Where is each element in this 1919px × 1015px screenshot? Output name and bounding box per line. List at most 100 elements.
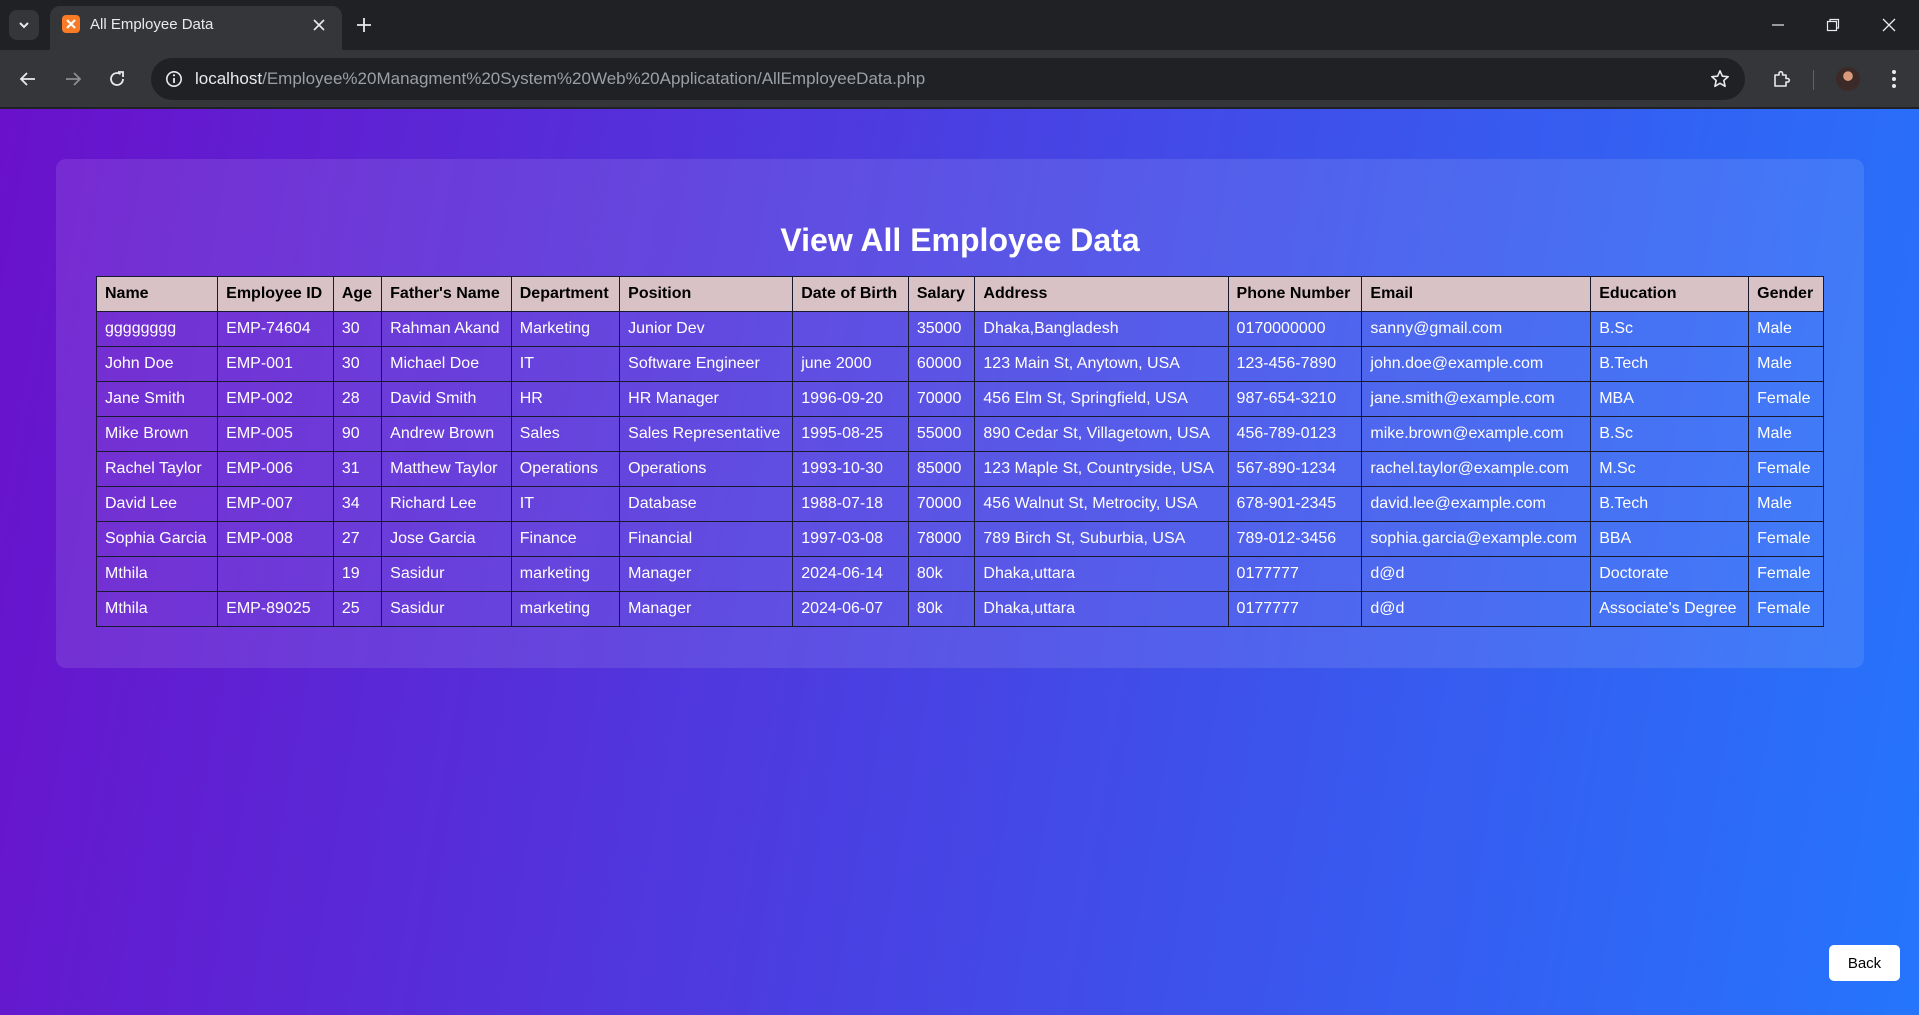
table-cell: Sophia Garcia <box>95 521 219 557</box>
table-cell: Male <box>1748 486 1824 522</box>
table-cell: B.Sc <box>1590 311 1750 347</box>
table-cell: Sales <box>510 416 621 452</box>
table-cell: 27 <box>332 521 383 557</box>
table-cell: EMP-007 <box>217 486 334 522</box>
table-row: Mthila EMP-89025 25 Sasidur marketing Manager… <box>95 591 1824 627</box>
table-row: Mike Brown EMP-005 90 Andrew Brown Sales Sale… <box>95 416 1824 452</box>
address-bar[interactable]: localhost/Employee%20Managment%20System%… <box>151 58 1745 100</box>
table-cell: Michael Doe <box>381 346 512 382</box>
table-cell: Associate's Degree <box>1590 591 1750 627</box>
close-window-icon[interactable] <box>1875 12 1903 38</box>
url-text[interactable]: localhost/Employee%20Managment%20System%… <box>195 69 925 89</box>
table-cell: Sasidur <box>381 591 512 627</box>
table-cell: marketing <box>510 556 621 592</box>
table-cell: Female <box>1748 451 1824 487</box>
table-cell: Rahman Akand <box>381 311 512 347</box>
table-cell: David Lee <box>95 486 219 522</box>
table-cell: 789-012-3456 <box>1227 521 1363 557</box>
minimize-icon[interactable] <box>1764 12 1792 38</box>
table-cell: rachel.taylor@example.com <box>1361 451 1592 487</box>
table-cell: 25 <box>332 591 383 627</box>
table-cell: 78000 <box>907 521 976 557</box>
table-cell: marketing <box>510 591 621 627</box>
table-cell: 456 Elm St, Springfield, USA <box>974 381 1229 417</box>
column-header: Employee ID <box>217 276 334 312</box>
table-cell: Finance <box>510 521 621 557</box>
table-cell: 90 <box>332 416 383 452</box>
close-icon[interactable] <box>310 16 328 34</box>
table-cell: d@d <box>1361 591 1592 627</box>
table-cell: Jane Smith <box>95 381 219 417</box>
table-cell: David Smith <box>381 381 512 417</box>
table-cell: EMP-002 <box>217 381 334 417</box>
restore-icon[interactable] <box>1819 12 1847 38</box>
table-cell: BBA <box>1590 521 1750 557</box>
table-cell <box>792 311 909 347</box>
column-header: Email <box>1361 276 1592 312</box>
table-cell: Jose Garcia <box>381 521 512 557</box>
tab-search-icon[interactable] <box>9 10 39 40</box>
star-icon[interactable] <box>1707 66 1733 92</box>
table-cell: Operations <box>510 451 621 487</box>
table-cell: 35000 <box>907 311 976 347</box>
table-row: David Lee EMP-007 34 Richard Lee IT Database 1… <box>95 486 1824 522</box>
reload-icon[interactable] <box>103 65 131 93</box>
table-cell: 987-654-3210 <box>1227 381 1363 417</box>
table-cell: IT <box>510 346 621 382</box>
table-cell: 0177777 <box>1227 591 1363 627</box>
page-body: View All Employee Data Name Employee ID Ag… <box>0 109 1919 1015</box>
table-cell: Female <box>1748 556 1824 592</box>
table-row: John Doe EMP-001 30 Michael Doe IT Software E… <box>95 346 1824 382</box>
back-button[interactable]: Back <box>1829 945 1900 981</box>
table-cell: Mthila <box>95 591 219 627</box>
table-cell: Marketing <box>510 311 621 347</box>
plus-icon[interactable] <box>352 13 376 37</box>
table-cell: M.Sc <box>1590 451 1750 487</box>
table-header-row: Name Employee ID Age Father's Name Departmen… <box>95 276 1824 312</box>
table-cell: Financial <box>619 521 794 557</box>
browser-tab[interactable]: All Employee Data <box>50 6 342 50</box>
table-cell: Female <box>1748 591 1824 627</box>
table-cell: john.doe@example.com <box>1361 346 1592 382</box>
table-cell: B.Tech <box>1590 346 1750 382</box>
table-cell: Software Engineer <box>619 346 794 382</box>
table-cell: gggggggg <box>95 311 219 347</box>
table-cell: 30 <box>332 346 383 382</box>
forward-arrow-icon[interactable] <box>59 65 87 93</box>
table-cell: 2024-06-07 <box>792 591 909 627</box>
more-vert-icon[interactable] <box>1880 65 1908 93</box>
table-cell: 85000 <box>907 451 976 487</box>
table-cell: 0170000000 <box>1227 311 1363 347</box>
table-cell: mike.brown@example.com <box>1361 416 1592 452</box>
table-cell: 80k <box>907 556 976 592</box>
avatar[interactable] <box>1836 67 1860 91</box>
table-cell: 456 Walnut St, Metrocity, USA <box>974 486 1229 522</box>
column-header: Address <box>974 276 1229 312</box>
column-header: Name <box>95 276 219 312</box>
table-cell: 70000 <box>907 381 976 417</box>
table-cell: 678-901-2345 <box>1227 486 1363 522</box>
table-cell: 456-789-0123 <box>1227 416 1363 452</box>
table-cell: EMP-89025 <box>217 591 334 627</box>
table-cell: 60000 <box>907 346 976 382</box>
table-cell: Matthew Taylor <box>381 451 512 487</box>
table-cell: Mike Brown <box>95 416 219 452</box>
table-cell: 19 <box>332 556 383 592</box>
tab-title: All Employee Data <box>90 16 214 33</box>
table-cell: june 2000 <box>792 346 909 382</box>
table-cell: Operations <box>619 451 794 487</box>
table-cell: Male <box>1748 416 1824 452</box>
table-cell: 2024-06-14 <box>792 556 909 592</box>
table-cell: HR <box>510 381 621 417</box>
site-info-icon[interactable] <box>161 66 187 92</box>
table-row: Mthila 19 Sasidur marketing Manager 2024-06-1… <box>95 556 1824 592</box>
employee-card: View All Employee Data Name Employee ID Ag… <box>56 159 1864 668</box>
table-cell: Female <box>1748 381 1824 417</box>
table-cell: Male <box>1748 311 1824 347</box>
extensions-puzzle-icon[interactable] <box>1768 65 1796 93</box>
back-arrow-icon[interactable] <box>14 65 42 93</box>
table-cell: sanny@gmail.com <box>1361 311 1592 347</box>
table-cell: 123 Main St, Anytown, USA <box>974 346 1229 382</box>
table-cell: Dhaka,uttara <box>974 591 1229 627</box>
table-cell: Male <box>1748 346 1824 382</box>
